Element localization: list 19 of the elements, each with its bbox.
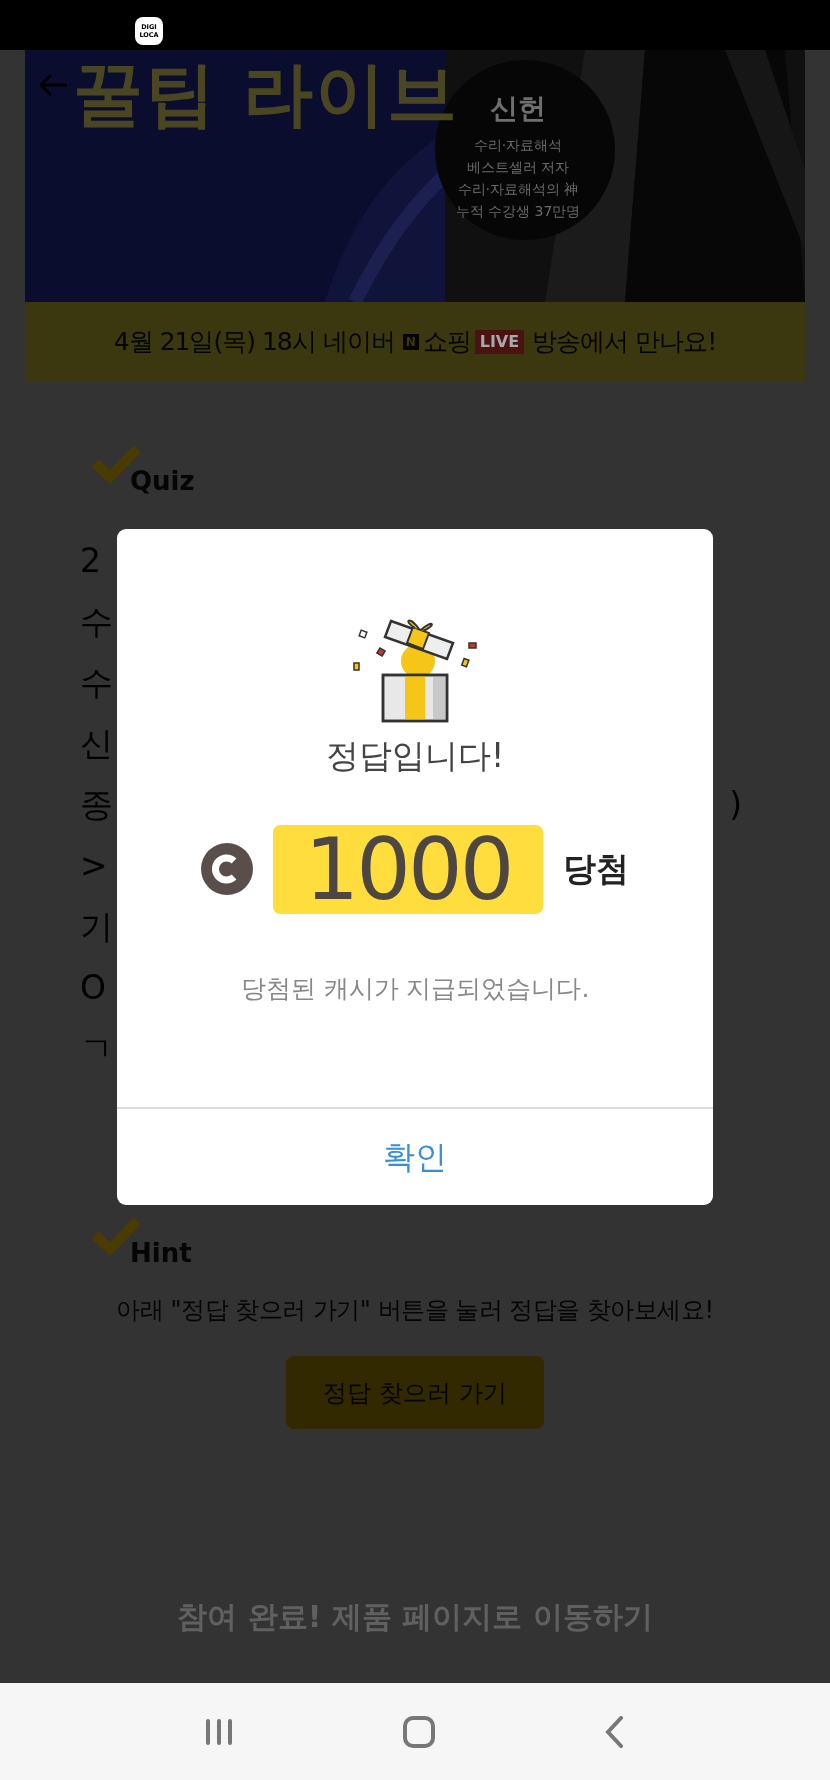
presenter-detail: 베스트셀러 저자 — [465, 158, 571, 177]
presenter-detail: 수리·자료해석 — [472, 136, 564, 155]
presenter-detail: 수리·자료해석의 神 — [456, 180, 580, 199]
dialog-message: 당첨된 캐시가 지급되었습니다. — [240, 972, 590, 1005]
prize-label: 당첨 — [563, 848, 629, 891]
dialog-title: 정답입니다! — [325, 735, 505, 777]
live-badge: LIVE — [474, 330, 525, 354]
banner-title: 꿀팁 라이브 — [73, 52, 460, 136]
back-arrow-icon — [37, 72, 69, 98]
confirm-button[interactable]: 확인 — [117, 1109, 713, 1205]
coin-icon — [201, 843, 253, 895]
home-icon[interactable] — [403, 1715, 435, 1748]
back-icon[interactable] — [605, 1715, 625, 1748]
question-text: ) — [729, 788, 742, 821]
presenter-detail: 누적 수강생 37만명 — [454, 202, 582, 221]
prize-amount: 1000 — [273, 824, 543, 914]
recent-apps-icon[interactable] — [205, 1716, 233, 1747]
presenter-name: 신헌 — [489, 91, 547, 127]
question-text: > — [80, 849, 108, 882]
